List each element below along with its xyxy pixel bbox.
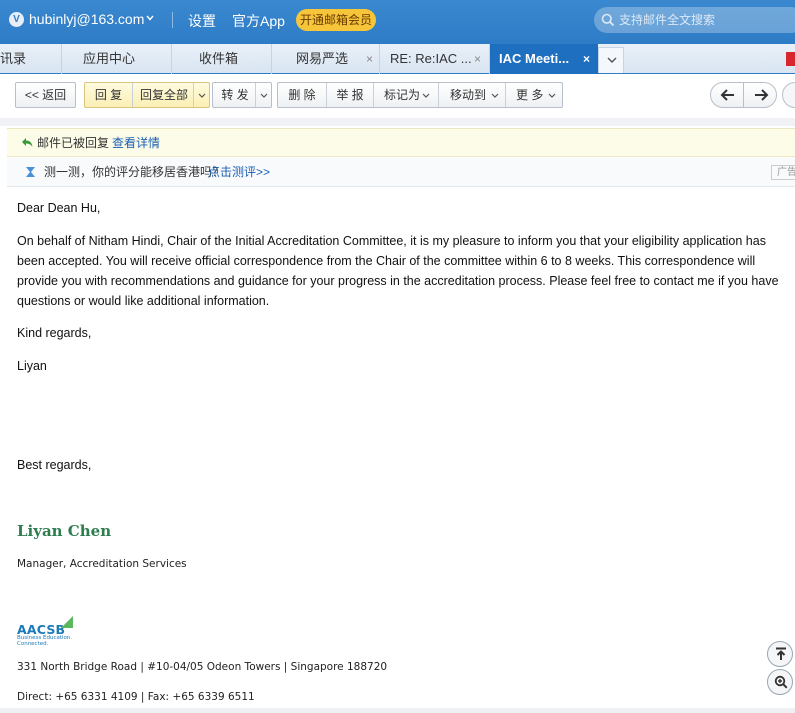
extra-round-button[interactable]	[782, 82, 795, 108]
report-button[interactable]: 举 报	[327, 83, 373, 107]
view-details-link[interactable]: 查看详情	[112, 129, 160, 157]
sender-first-name: Liyan	[17, 359, 47, 373]
previous-mail-button[interactable]	[710, 82, 744, 108]
body-paragraph: On behalf of Nitham Hindi, Chair of the …	[17, 234, 779, 308]
delete-button[interactable]: 删 除	[278, 83, 326, 107]
tab-app-center[interactable]: 应用中心	[62, 44, 172, 74]
reply-button[interactable]: 回 复	[85, 83, 132, 107]
more-button[interactable]: 更 多	[506, 83, 562, 107]
signature-contact: Direct: +65 6331 4109 | Fax: +65 6339 65…	[17, 691, 255, 703]
zoom-icon	[774, 675, 788, 689]
reply-dropdown[interactable]	[193, 83, 209, 107]
tab-iac-meeting[interactable]: IAC Meeti... ×	[490, 44, 598, 74]
chevron-down-icon	[548, 93, 556, 98]
aacsb-mark-icon	[61, 616, 73, 628]
tab-more-button[interactable]	[598, 47, 624, 73]
close-icon[interactable]: ×	[583, 44, 590, 74]
forward-button-group: 转 发	[212, 82, 272, 108]
back-button[interactable]: << 返回	[15, 82, 76, 108]
closing-best-regards: Best regards,	[17, 458, 92, 472]
forward-button[interactable]: 转 发	[213, 83, 257, 107]
reply-button-group: 回 复 回复全部	[84, 82, 210, 108]
greeting: Dear Dean Hu,	[17, 201, 101, 215]
tab-label: 网易严选	[296, 51, 349, 66]
reply-arrow-icon	[22, 138, 33, 147]
chevron-down-icon[interactable]	[146, 14, 154, 22]
chevron-down-icon	[491, 93, 499, 98]
search-box[interactable]	[594, 7, 795, 33]
next-mail-button[interactable]	[743, 82, 777, 108]
reply-all-button[interactable]: 回复全部	[133, 83, 195, 107]
ad-link[interactable]: 点击测评>>	[208, 158, 270, 186]
zoom-button[interactable]	[767, 669, 793, 695]
account-avatar[interactable]: V	[9, 12, 24, 27]
chevron-down-icon	[198, 93, 206, 98]
tab-yanxuan[interactable]: 网易严选 ×	[272, 44, 380, 74]
notice-text: 邮件已被回复	[37, 136, 110, 150]
settings-link[interactable]: 设置	[188, 11, 216, 31]
tab-inbox[interactable]: 收件箱	[172, 44, 272, 74]
forward-dropdown[interactable]	[255, 83, 271, 107]
ad-bar: 测一测，你的评分能移居香港吗？ 点击测评>> 广告	[7, 158, 795, 187]
chevron-down-icon	[607, 57, 617, 63]
close-icon[interactable]: ×	[366, 44, 373, 74]
logo-tagline: Business Education. Connected.	[17, 635, 72, 647]
chevron-down-icon	[422, 93, 430, 98]
top-header: V hubinlyj@163.com 设置 官方App 开通邮箱会员	[0, 0, 795, 44]
action-button-group: 删 除 举 报 标记为 移动到 更 多	[277, 82, 563, 108]
official-app-link[interactable]: 官方App	[232, 11, 285, 31]
aacsb-logo: AACSB Business Education. Connected.	[17, 614, 77, 648]
tab-label: 讯录	[0, 51, 27, 66]
logo-tagline-line: Connected.	[17, 641, 49, 647]
arrow-left-icon	[720, 89, 734, 101]
vip-button[interactable]: 开通邮箱会员	[296, 9, 376, 31]
move-to-button[interactable]: 移动到	[439, 83, 505, 107]
corner-badge	[786, 52, 795, 66]
tab-bar: 讯录 应用中心 收件箱 网易严选 × RE: Re:IAC ... × IAC …	[0, 44, 795, 74]
account-email[interactable]: hubinlyj@163.com	[29, 11, 144, 27]
toolbar-divider	[0, 118, 795, 126]
chevron-down-icon	[260, 93, 268, 98]
more-label: 更 多	[516, 88, 544, 102]
tab-label: 收件箱	[199, 51, 239, 66]
replied-notice: 邮件已被回复 查看详情	[7, 128, 795, 157]
tab-contacts[interactable]: 讯录	[0, 44, 62, 74]
signature-name: Liyan Chen	[17, 522, 112, 540]
search-input[interactable]	[619, 10, 794, 30]
hourglass-icon	[26, 167, 35, 177]
scroll-top-icon	[776, 647, 786, 660]
tab-re-iac[interactable]: RE: Re:IAC ... ×	[380, 44, 490, 74]
tab-label: 应用中心	[83, 51, 136, 66]
ad-text: 测一测，你的评分能移居香港吗？	[44, 165, 225, 179]
scroll-top-button[interactable]	[767, 641, 793, 667]
move-to-label: 移动到	[450, 88, 487, 102]
mark-as-button[interactable]: 标记为	[374, 83, 438, 107]
ad-badge: 广告	[771, 165, 795, 180]
signature-address: 331 North Bridge Road | #10-04/05 Odeon …	[17, 661, 388, 673]
mail-toolbar: << 返回 回 复 回复全部 转 发 删 除 举 报 标记为 移动到 更 多	[0, 74, 795, 118]
closing-kind-regards: Kind regards,	[17, 326, 92, 340]
close-icon[interactable]: ×	[474, 44, 481, 74]
tab-label: RE: Re:IAC ...	[390, 51, 472, 66]
search-icon[interactable]	[601, 13, 615, 27]
arrow-right-icon	[755, 89, 769, 101]
tab-label: IAC Meeti...	[499, 51, 570, 66]
signature-title: Manager, Accreditation Services	[17, 558, 187, 570]
bottom-scrollbar[interactable]	[0, 708, 795, 713]
header-divider	[172, 12, 173, 28]
mark-as-label: 标记为	[384, 88, 421, 102]
